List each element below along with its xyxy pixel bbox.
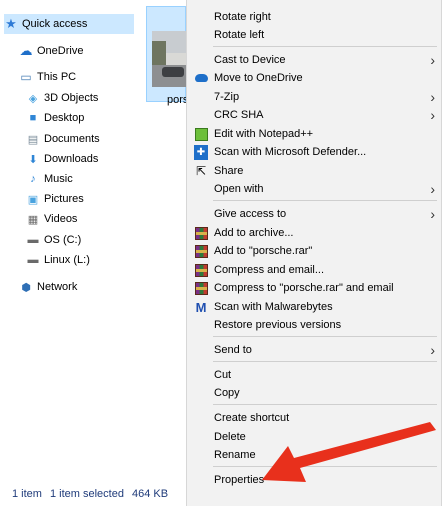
nav-pictures[interactable]: ▣ Pictures [26,189,84,209]
network-icon: ⬢ [21,281,31,294]
menu-separator [213,361,437,362]
star-icon: ★ [5,16,17,31]
menu-scan-defender[interactable]: ✚ Scan with Microsoft Defender... [187,143,441,161]
menu-rotate-right[interactable]: Rotate right [187,8,441,26]
music-icon: ♪ [30,173,36,185]
menu-add-to-rar[interactable]: Add to "porsche.rar" [187,242,441,260]
winrar-icon [194,244,208,258]
menu-separator [213,336,437,337]
menu-copy[interactable]: Copy [187,384,441,402]
chevron-right-icon: › [430,181,435,197]
image-thumbnail [152,31,186,87]
menu-scan-malwarebytes[interactable]: M Scan with Malwarebytes [187,298,441,316]
menu-edit-notepad[interactable]: Edit with Notepad++ [187,125,441,143]
nav-label: This PC [37,71,77,83]
nav-drive-l[interactable]: ▬ Linux (L:) [26,250,90,270]
nav-desktop[interactable]: ■ Desktop [26,108,85,128]
notepad-plus-plus-icon [194,127,208,141]
document-icon: ▤ [27,133,39,146]
nav-label: Downloads [44,153,99,165]
nav-network[interactable]: ⬢ Network [19,277,77,297]
video-icon: ▦ [27,213,39,226]
menu-open-with[interactable]: Open with › [187,180,441,198]
menu-rotate-left[interactable]: Rotate left [187,26,441,44]
share-icon: ⇱ [195,164,207,178]
file-item-porsche[interactable]: porsc [146,6,194,106]
nav-label: Linux (L:) [44,254,90,266]
download-icon: ⬇ [28,153,38,166]
status-item-count: 1 item [12,488,42,500]
nav-this-pc[interactable]: ▭ This PC [19,67,76,87]
navigation-pane: ★ Quick access ☁ OneDrive ▭ This PC ◈ 3D… [0,0,134,482]
nav-3d-objects[interactable]: ◈ 3D Objects [26,88,99,108]
menu-7zip[interactable]: 7-Zip › [187,88,441,106]
nav-label: 3D Objects [44,92,99,104]
annotation-arrow-shape [262,422,436,482]
chevron-right-icon: › [430,89,435,105]
cube-icon: ◈ [28,92,38,105]
nav-label: Pictures [44,193,84,205]
cloud-icon: ☁ [19,43,33,58]
nav-label: Videos [44,213,78,225]
nav-quick-access[interactable]: ★ Quick access [4,14,134,34]
menu-send-to[interactable]: Send to › [187,341,441,359]
menu-cut[interactable]: Cut [187,366,441,384]
winrar-icon [194,263,208,277]
winrar-icon [194,281,208,295]
nav-videos[interactable]: ▦ Videos [26,209,78,229]
menu-compress-email[interactable]: Compress and email... [187,261,441,279]
chevron-right-icon: › [430,342,435,358]
nav-label: Music [44,173,73,185]
menu-crc-sha[interactable]: CRC SHA › [187,106,441,124]
nav-label: Network [37,281,78,293]
status-selection: 1 item selected [49,488,124,500]
status-bar: 1 item 1 item selected 464 KB [0,482,186,506]
chevron-right-icon: › [430,107,435,123]
winrar-icon [194,226,208,240]
menu-separator [213,46,437,47]
chevron-right-icon: › [430,52,435,68]
menu-restore-versions[interactable]: Restore previous versions [187,316,441,334]
onedrive-icon [194,71,208,85]
nav-label: OneDrive [37,45,84,57]
chevron-right-icon: › [430,206,435,222]
desktop-icon: ■ [29,112,37,124]
nav-music[interactable]: ♪ Music [26,169,73,189]
computer-icon: ▭ [20,70,32,84]
nav-documents[interactable]: ▤ Documents [26,129,100,149]
defender-icon: ✚ [194,144,208,160]
malwarebytes-icon: M [195,299,207,315]
picture-icon: ▣ [27,193,39,206]
nav-label: Documents [44,133,100,145]
menu-cast-to-device[interactable]: Cast to Device › [187,51,441,69]
nav-onedrive[interactable]: ☁ OneDrive [19,41,84,61]
status-size: 464 KB [131,488,169,500]
drive-icon: ▬ [27,254,39,266]
menu-give-access[interactable]: Give access to › [187,205,441,223]
nav-label: OS (C:) [44,234,82,246]
menu-move-to-onedrive[interactable]: Move to OneDrive [187,69,441,87]
menu-separator [213,404,437,405]
nav-label: Quick access [22,18,88,30]
menu-separator [213,200,437,201]
menu-share[interactable]: ⇱ Share [187,162,441,180]
nav-drive-c[interactable]: ▬ OS (C:) [26,230,82,250]
drive-icon: ▬ [27,234,39,246]
nav-downloads[interactable]: ⬇ Downloads [26,149,98,169]
menu-compress-rar-email[interactable]: Compress to "porsche.rar" and email [187,279,441,297]
nav-label: Desktop [44,112,85,124]
annotation-arrow [262,422,436,482]
menu-add-to-archive[interactable]: Add to archive... [187,224,441,242]
